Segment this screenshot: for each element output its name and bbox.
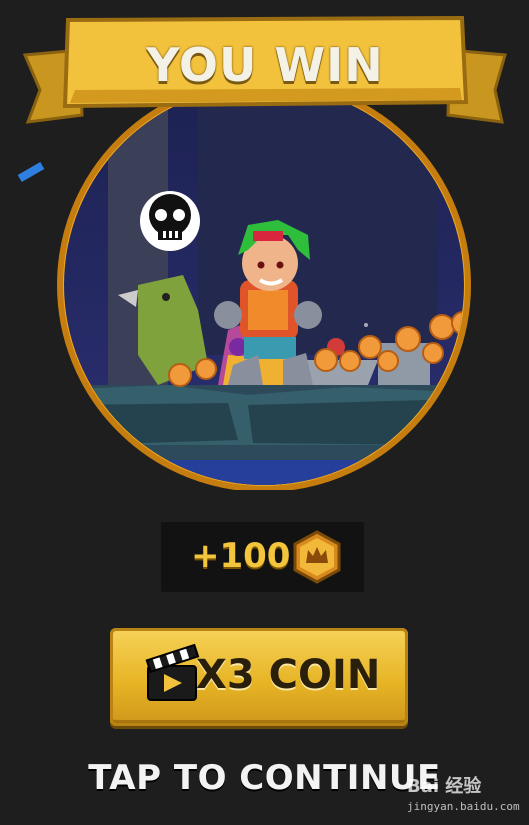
reward-panel: +100 [161, 522, 364, 592]
watermark-brand: Bai 经验 [407, 776, 482, 797]
victory-scene [57, 85, 471, 490]
confetti-piece [17, 162, 45, 182]
x3-coin-label: X3 COIN [196, 652, 381, 698]
win-banner: YOU WIN [20, 10, 510, 125]
banner-title: YOU WIN [146, 38, 384, 92]
x3-coin-button[interactable]: X3 COIN [110, 628, 408, 726]
crown-coin-icon [293, 530, 341, 584]
watermark-url: jingyan.baidu.com [407, 800, 520, 813]
clapperboard-play-icon [145, 643, 200, 701]
reward-amount: +100 [191, 536, 291, 576]
baidu-watermark: Bai 经验 jingyan.baidu.com [405, 770, 529, 825]
